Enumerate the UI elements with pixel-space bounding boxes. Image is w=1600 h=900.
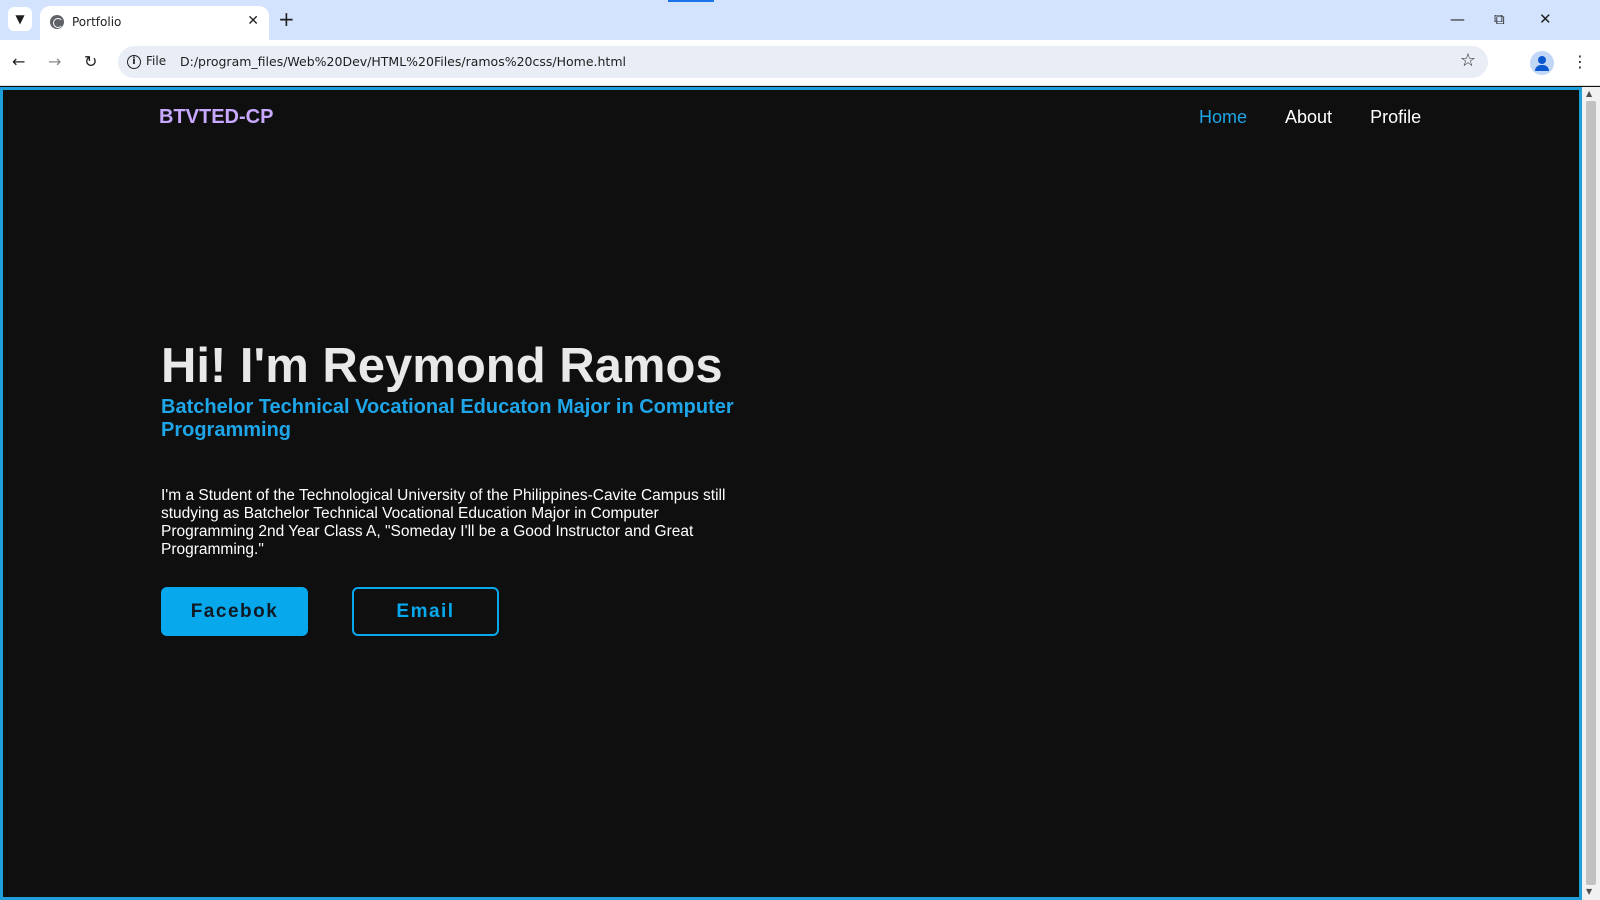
nav-profile-link[interactable]: Profile [1370,107,1421,128]
reload-button[interactable]: ↻ [84,52,97,71]
tab-title: Portfolio [72,15,122,29]
tab-indicator [668,0,714,2]
site-logo[interactable]: BTVTED-CP [159,106,273,129]
minimize-button[interactable]: — [1450,10,1465,28]
menu-kebab-icon[interactable]: ⋮ [1572,52,1588,71]
profile-avatar[interactable] [1530,51,1554,75]
site-info-chip[interactable]: File [146,54,166,68]
scroll-down-icon[interactable]: ▼ [1586,887,1592,896]
bookmark-star-icon[interactable]: ☆ [1460,50,1476,71]
scrollbar-thumb[interactable] [1586,101,1596,885]
forward-button[interactable]: → [48,52,61,71]
close-icon[interactable]: ✕ [247,13,259,29]
hero-description: I'm a Student of the Technological Unive… [161,487,726,558]
close-window-button[interactable]: ✕ [1539,10,1552,28]
browser-toolbar: ← → ↻ i File D:/program_files/Web%20Dev/… [0,40,1600,86]
email-button[interactable]: Email [352,587,499,636]
nav-about-link[interactable]: About [1285,107,1332,128]
page-viewport: BTVTED-CP Home About Profile Hi! I'm Rey… [0,87,1582,900]
page-scrollbar[interactable]: ▲ ▼ [1582,87,1600,900]
globe-icon [50,15,64,29]
browser-tabstrip: ▼ Portfolio ✕ + — ⧉ ✕ [0,0,1600,40]
browser-tab[interactable]: Portfolio ✕ [40,6,269,40]
tab-search-menu-button[interactable]: ▼ [8,7,32,31]
url-text[interactable]: D:/program_files/Web%20Dev/HTML%20Files/… [180,54,626,69]
nav-home-link[interactable]: Home [1199,107,1247,128]
hero-section: Hi! I'm Reymond Ramos Batchelor Technica… [161,338,761,559]
new-tab-button[interactable]: + [278,8,295,30]
back-button[interactable]: ← [12,52,25,71]
hero-subtitle: Batchelor Technical Vocational Educaton … [161,396,734,441]
address-bar[interactable]: i File D:/program_files/Web%20Dev/HTML%2… [118,46,1488,78]
site-nav: Home About Profile [1199,107,1421,128]
chevron-down-icon: ▼ [15,12,25,26]
scroll-up-icon[interactable]: ▲ [1586,89,1592,98]
facebook-button[interactable]: Facebok [161,587,308,636]
restore-button[interactable]: ⧉ [1494,10,1505,28]
hero-title: Hi! I'm Reymond Ramos [161,339,723,393]
info-icon[interactable]: i [127,55,141,69]
